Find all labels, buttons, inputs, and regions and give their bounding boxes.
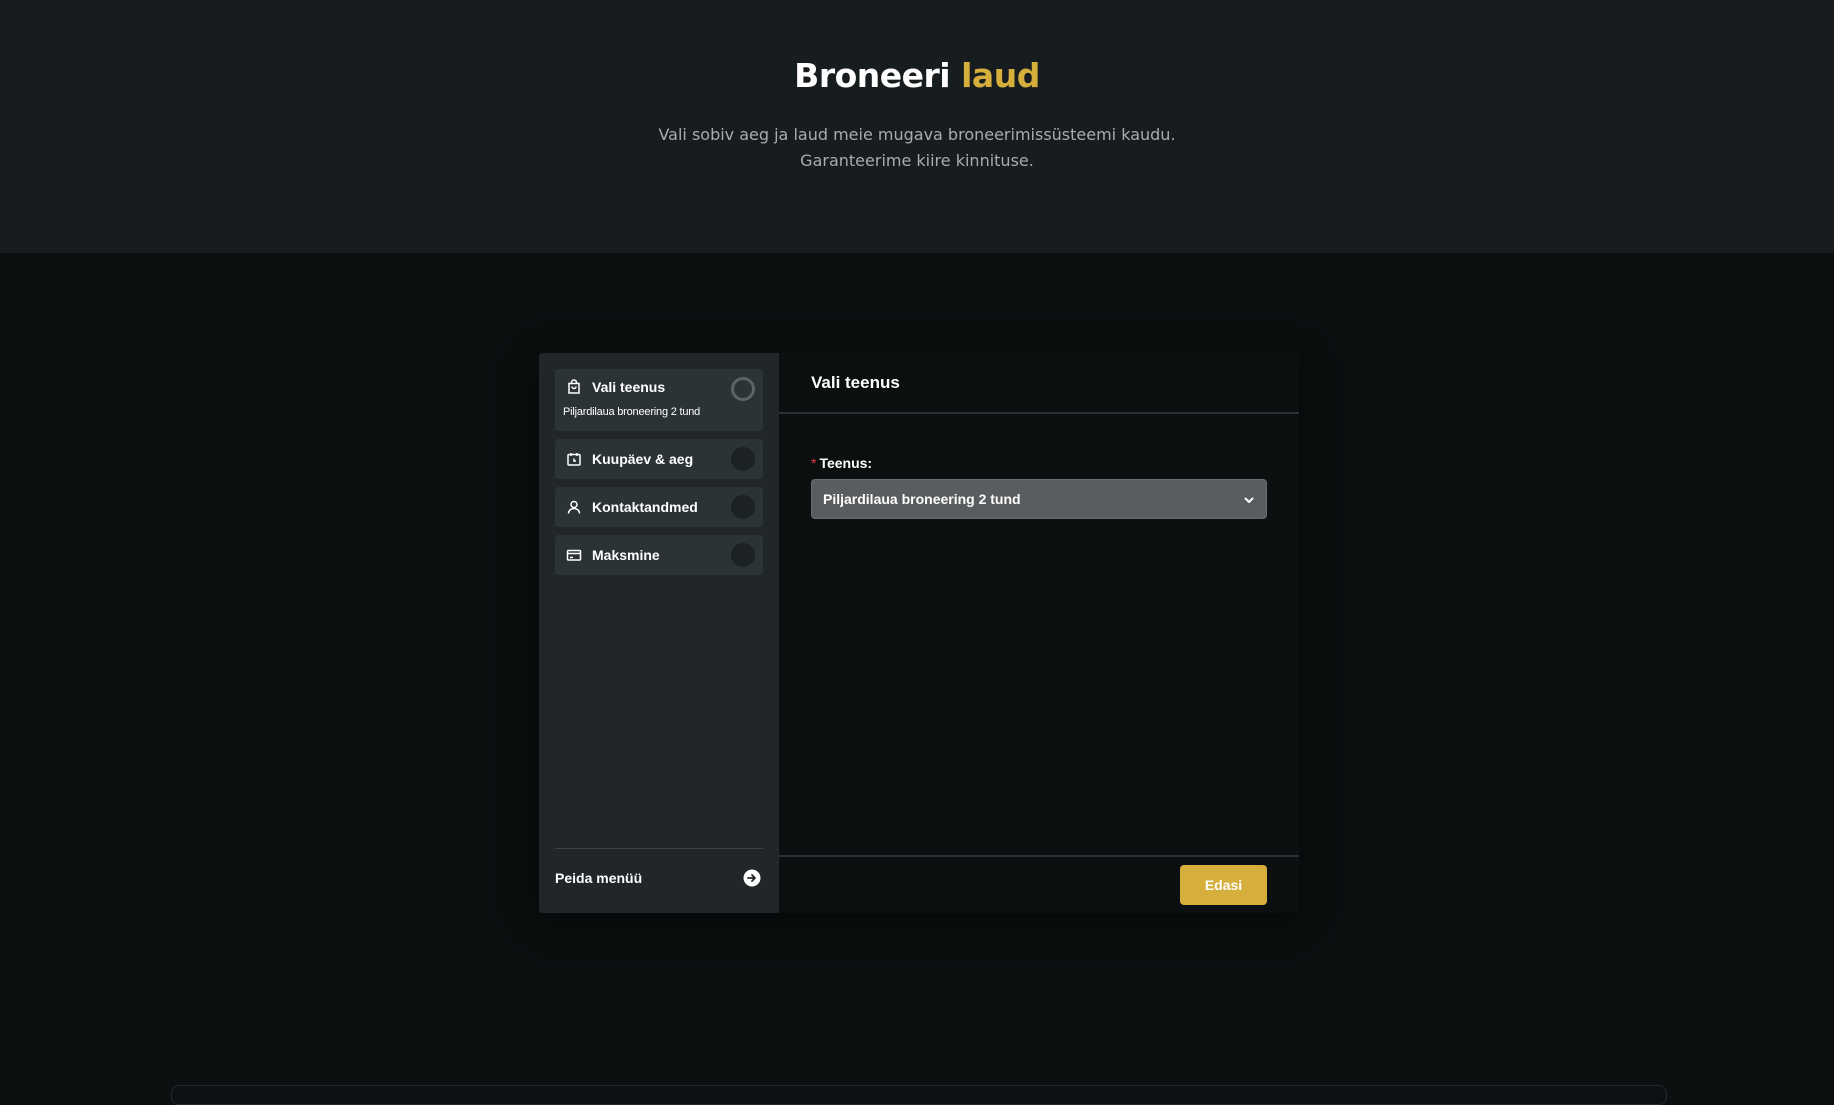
step-status-indicator <box>731 377 755 401</box>
hide-menu-button[interactable]: Peida menüü <box>555 863 763 891</box>
step-label: Maksmine <box>592 547 660 563</box>
arrow-right-circle-icon <box>743 869 761 887</box>
step-status-indicator <box>731 447 755 471</box>
step-selected-service: Piljardilaua broneering 2 tund <box>563 406 701 418</box>
required-marker: * <box>811 455 817 471</box>
content-divider <box>779 855 1299 857</box>
service-field-label: * Teenus: <box>811 455 872 471</box>
service-select[interactable]: Piljardilaua broneering 2 tund <box>811 479 1267 519</box>
step-vali-teenus[interactable]: Vali teenus Piljardilaua broneering 2 tu… <box>555 369 763 431</box>
service-select-value: Piljardilaua broneering 2 tund <box>823 491 1021 507</box>
page-title-accent: laud <box>961 56 1040 95</box>
step-kuupaev-aeg[interactable]: Kuupäev & aeg <box>555 439 763 479</box>
content-divider <box>779 412 1299 414</box>
page-title: Broneeri laud <box>0 56 1834 95</box>
hero-section: Broneeri laud Vali sobiv aeg ja laud mei… <box>0 0 1834 253</box>
booking-widget: Vali teenus Piljardilaua broneering 2 tu… <box>539 353 1299 913</box>
credit-card-icon <box>566 547 582 563</box>
page-subtitle: Vali sobiv aeg ja laud meie mugava brone… <box>0 122 1834 174</box>
calendar-clock-icon <box>566 451 582 467</box>
booking-steps-sidebar: Vali teenus Piljardilaua broneering 2 tu… <box>539 353 779 913</box>
page-subtitle-line-2: Garanteerime kiire kinnituse. <box>800 151 1034 170</box>
step-content-panel: Vali teenus * Teenus: Piljardilaua bronee… <box>779 353 1299 913</box>
shopping-bag-icon <box>566 379 582 395</box>
page-title-main: Broneeri <box>794 56 951 95</box>
step-label: Vali teenus <box>592 379 666 395</box>
footer-panel <box>171 1085 1667 1105</box>
page-subtitle-line-1: Vali sobiv aeg ja laud meie mugava brone… <box>658 125 1176 144</box>
step-label: Kuupäev & aeg <box>592 451 694 467</box>
chevron-down-icon <box>1242 493 1256 507</box>
step-status-indicator <box>731 495 755 519</box>
step-maksmine[interactable]: Maksmine <box>555 535 763 575</box>
next-button[interactable]: Edasi <box>1180 865 1267 905</box>
step-status-indicator <box>731 543 755 567</box>
step-kontaktandmed[interactable]: Kontaktandmed <box>555 487 763 527</box>
step-label: Kontaktandmed <box>592 499 698 515</box>
sidebar-divider <box>555 848 763 849</box>
user-icon <box>566 499 582 515</box>
step-title: Vali teenus <box>811 373 900 392</box>
hide-menu-label: Peida menüü <box>555 870 643 886</box>
service-label-text: Teenus: <box>819 455 873 471</box>
